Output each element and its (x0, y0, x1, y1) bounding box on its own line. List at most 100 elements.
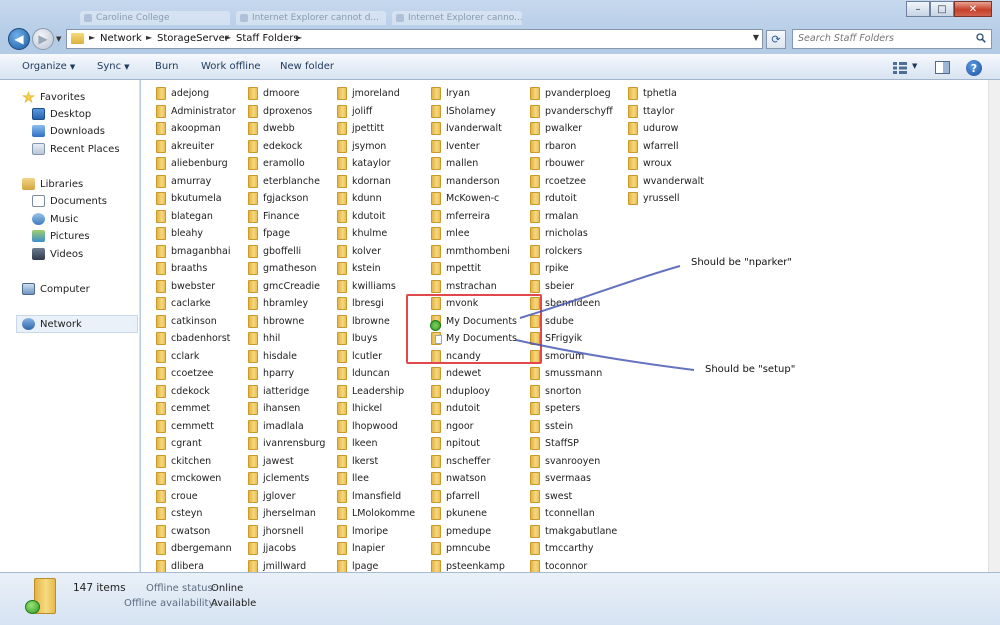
folder-item[interactable]: mferreira (431, 208, 517, 226)
folder-item[interactable]: caclarke (156, 295, 236, 313)
nav-network[interactable]: Network (22, 316, 82, 332)
folder-item[interactable]: gboffelli (248, 243, 325, 261)
folder-item[interactable]: wvanderwalt (628, 173, 704, 191)
breadcrumb-staff-folders[interactable]: Staff Folders (236, 33, 299, 44)
folder-item[interactable]: iatteridge (248, 383, 325, 401)
nav-music[interactable]: Music (32, 211, 78, 227)
folder-item[interactable]: nscheffer (431, 453, 517, 471)
folder-item[interactable]: pvanderploeg (530, 85, 617, 103)
folder-item[interactable]: jhorsnell (248, 523, 325, 541)
folder-item[interactable]: tmccarthy (530, 540, 617, 558)
folder-item[interactable]: npitout (431, 435, 517, 453)
search-box[interactable] (792, 29, 992, 49)
nav-recent-places[interactable]: Recent Places (32, 141, 120, 157)
folder-item[interactable]: udurow (628, 120, 704, 138)
nav-downloads[interactable]: Downloads (32, 123, 105, 139)
folder-item[interactable]: nwatson (431, 470, 517, 488)
folder-item[interactable]: mmthombeni (431, 243, 517, 261)
folder-item[interactable]: cgrant (156, 435, 236, 453)
folder-item[interactable]: StaffSP (530, 435, 617, 453)
folder-item[interactable]: rolckers (530, 243, 617, 261)
folder-item[interactable]: lSholamey (431, 103, 517, 121)
address-dropdown-icon[interactable]: ▼ (753, 33, 759, 42)
folder-item[interactable]: rnicholas (530, 225, 617, 243)
folder-item[interactable]: kwilliams (337, 278, 415, 296)
folder-item[interactable]: lkerst (337, 453, 415, 471)
folder-item[interactable]: hhil (248, 330, 325, 348)
folder-item[interactable]: cclark (156, 348, 236, 366)
sync-button[interactable]: Sync ▼ (97, 61, 130, 72)
folder-item[interactable]: snorton (530, 383, 617, 401)
burn-button[interactable]: Burn (155, 61, 178, 72)
help-icon[interactable]: ? (966, 60, 982, 76)
folder-item[interactable]: ndutoit (431, 400, 517, 418)
folder-item[interactable]: kstein (337, 260, 415, 278)
folder-item[interactable]: bwebster (156, 278, 236, 296)
breadcrumb-network[interactable]: Network (100, 33, 142, 44)
history-dropdown-icon[interactable]: ▼ (56, 35, 61, 43)
folder-item[interactable]: rbaron (530, 138, 617, 156)
folder-item[interactable]: Leadership (337, 383, 415, 401)
folder-item[interactable]: cmckowen (156, 470, 236, 488)
folder-item[interactable]: swest (530, 488, 617, 506)
folder-item[interactable]: mpettit (431, 260, 517, 278)
folder-item[interactable]: jsymon (337, 138, 415, 156)
nav-favorites[interactable]: Favorites (22, 89, 85, 105)
folder-item[interactable]: cwatson (156, 523, 236, 541)
folder-item[interactable]: tphetla (628, 85, 704, 103)
folder-item[interactable]: jjacobs (248, 540, 325, 558)
folder-item[interactable]: LMolokomme (337, 505, 415, 523)
folder-item[interactable]: McKowen-c (431, 190, 517, 208)
folder-item[interactable]: llee (337, 470, 415, 488)
folder-item[interactable]: ccoetzee (156, 365, 236, 383)
preview-pane-icon[interactable] (935, 61, 950, 74)
folder-item[interactable]: pkunene (431, 505, 517, 523)
folder-item[interactable]: wroux (628, 155, 704, 173)
folder-item[interactable]: kataylor (337, 155, 415, 173)
folder-item[interactable]: amurray (156, 173, 236, 191)
folder-item[interactable]: fpage (248, 225, 325, 243)
folder-item[interactable]: jherselman (248, 505, 325, 523)
folder-item[interactable]: yrussell (628, 190, 704, 208)
folder-item[interactable]: hisdale (248, 348, 325, 366)
folder-item[interactable]: khulme (337, 225, 415, 243)
folder-item[interactable]: sdube (530, 313, 617, 331)
folder-item[interactable]: rmalan (530, 208, 617, 226)
folder-item[interactable]: SFrigyik (530, 330, 617, 348)
nav-computer[interactable]: Computer (22, 281, 90, 297)
folder-item[interactable]: cbadenhorst (156, 330, 236, 348)
folder-item[interactable]: bmaganbhai (156, 243, 236, 261)
folder-item[interactable]: rbouwer (530, 155, 617, 173)
folder-item[interactable]: sbennideen (530, 295, 617, 313)
nav-desktop[interactable]: Desktop (32, 106, 91, 122)
folder-item[interactable]: lbuys (337, 330, 415, 348)
folder-item[interactable]: ivanrensburg (248, 435, 325, 453)
folder-item[interactable]: jawest (248, 453, 325, 471)
close-button[interactable]: ✕ (954, 1, 992, 17)
folder-item[interactable]: hparry (248, 365, 325, 383)
folder-item[interactable]: lduncan (337, 365, 415, 383)
maximize-button[interactable]: □ (930, 1, 954, 17)
folder-item[interactable]: lcutler (337, 348, 415, 366)
breadcrumb-separator[interactable]: ► (296, 33, 302, 42)
folder-item[interactable]: cdekock (156, 383, 236, 401)
folder-item[interactable]: cemmett (156, 418, 236, 436)
folder-item[interactable]: pmedupe (431, 523, 517, 541)
breadcrumb-separator[interactable]: ► (89, 33, 95, 42)
folder-item[interactable]: eramollo (248, 155, 325, 173)
folder-item[interactable]: jclements (248, 470, 325, 488)
folder-item[interactable]: lhickel (337, 400, 415, 418)
folder-item[interactable]: lpage (337, 558, 415, 572)
folder-item[interactable]: My Documents (430, 313, 517, 331)
folder-item[interactable]: ckitchen (156, 453, 236, 471)
organize-button[interactable]: Organize ▼ (22, 61, 75, 72)
folder-item[interactable]: kdutoit (337, 208, 415, 226)
folder-item[interactable]: pmncube (431, 540, 517, 558)
chevron-down-icon[interactable]: ▼ (912, 62, 917, 70)
folder-item[interactable]: ngoor (431, 418, 517, 436)
folder-item[interactable]: dbergemann (156, 540, 236, 558)
folder-item[interactable]: tmakgabutlane (530, 523, 617, 541)
folder-item[interactable]: tconnellan (530, 505, 617, 523)
folder-item[interactable]: mallen (431, 155, 517, 173)
folder-item[interactable]: lventer (431, 138, 517, 156)
